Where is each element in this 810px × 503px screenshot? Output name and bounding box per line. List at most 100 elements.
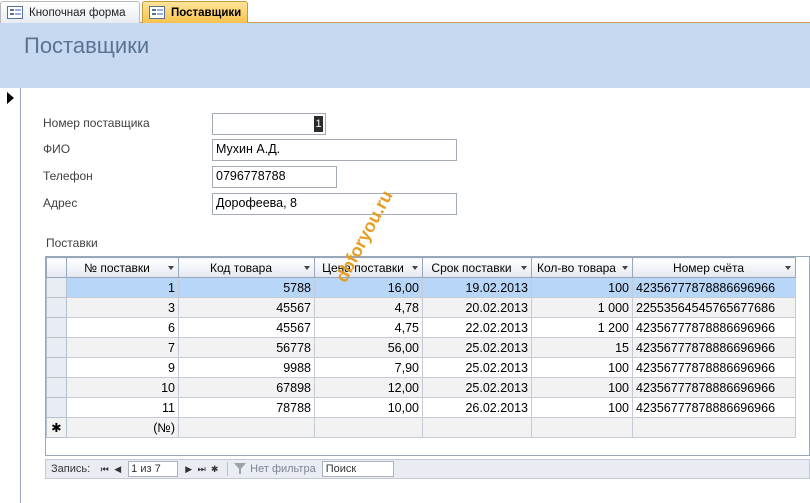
row-selector[interactable] [46, 297, 67, 318]
new-record-row[interactable]: ✱ (№) [46, 417, 796, 438]
record-label: Запись: [51, 463, 91, 475]
table-cell[interactable]: 1 000 [531, 297, 633, 318]
table-cell[interactable]: 100 [531, 377, 633, 398]
table-cell[interactable]: 7,90 [314, 357, 423, 378]
table-cell[interactable]: 6 [66, 317, 179, 338]
table-row[interactable]: 9 9988 7,90 25.02.2013 100 423567778788866969… [46, 357, 796, 378]
table-cell[interactable]: 5788 [178, 277, 315, 298]
column-dropdown-icon[interactable] [304, 266, 310, 270]
search-input[interactable]: Поиск [321, 461, 394, 477]
previous-record-icon[interactable]: ◀ [111, 462, 124, 476]
column-dropdown-icon[interactable] [412, 266, 418, 270]
table-cell[interactable] [178, 417, 315, 438]
table-cell[interactable] [422, 417, 532, 438]
table-cell[interactable] [314, 417, 423, 438]
document-tab-strip: Кнопочная форма Поставщики [0, 0, 810, 23]
table-cell[interactable]: 45567 [178, 317, 315, 338]
table-cell[interactable] [632, 417, 796, 438]
table-cell[interactable]: 25.02.2013 [422, 337, 532, 358]
table-cell[interactable]: 9 [66, 357, 179, 378]
table-cell[interactable]: 67898 [178, 377, 315, 398]
table-cell[interactable]: 3 [66, 297, 179, 318]
table-cell[interactable]: 10 [66, 377, 179, 398]
column-dropdown-icon[interactable] [622, 266, 628, 270]
table-row[interactable]: 6 45567 4,75 22.02.2013 1 200 423567778788866… [46, 317, 796, 338]
table-row[interactable]: 10 67898 12,00 25.02.2013 100 423567778788866… [46, 377, 796, 398]
select-all-corner[interactable] [46, 257, 67, 278]
record-selector[interactable] [0, 88, 21, 503]
column-header[interactable]: Кол-во товара [531, 257, 633, 278]
table-cell[interactable]: 10,00 [314, 397, 423, 418]
column-dropdown-icon[interactable] [785, 266, 791, 270]
table-cell[interactable]: 22.02.2013 [422, 317, 532, 338]
table-row[interactable]: 3 45567 4,78 20.02.2013 1 000 225535645457656… [46, 297, 796, 318]
column-header[interactable]: Срок поставки [422, 257, 532, 278]
deliveries-datasheet[interactable]: № поставки Код товара Цена поставки Срок… [45, 256, 810, 456]
table-cell[interactable]: 1 [66, 277, 179, 298]
fio-field[interactable]: Мухин А.Д. [212, 139, 457, 161]
row-selector[interactable] [46, 277, 67, 298]
table-cell[interactable]: 42356777878886696966 [632, 277, 796, 298]
table-row[interactable]: 11 78788 10,00 26.02.2013 100 423567778788866… [46, 397, 796, 418]
table-cell[interactable] [531, 417, 633, 438]
table-cell[interactable]: 1 200 [531, 317, 633, 338]
table-cell[interactable]: 100 [531, 357, 633, 378]
column-header[interactable]: Код товара [178, 257, 315, 278]
table-cell[interactable]: 26.02.2013 [422, 397, 532, 418]
no-filter-button[interactable]: Нет фильтра [250, 463, 316, 475]
table-cell[interactable]: 7 [66, 337, 179, 358]
table-cell[interactable]: 12,00 [314, 377, 423, 398]
table-row[interactable]: 1 5788 16,00 19.02.2013 100 42356777878886696… [46, 277, 796, 298]
row-selector[interactable] [46, 317, 67, 338]
table-cell[interactable]: 100 [531, 397, 633, 418]
column-header[interactable]: № поставки [66, 257, 179, 278]
current-record-arrow-icon [7, 92, 14, 104]
table-cell[interactable]: 16,00 [314, 277, 423, 298]
last-record-icon[interactable]: ⏭ [195, 462, 208, 476]
table-cell[interactable]: 42356777878886696966 [632, 397, 796, 418]
table-cell[interactable]: 9988 [178, 357, 315, 378]
table-cell[interactable]: 11 [66, 397, 179, 418]
new-record-icon[interactable]: ✱ [208, 462, 221, 476]
tab-suppliers[interactable]: Поставщики [142, 1, 248, 23]
address-field[interactable]: Дорофеева, 8 [212, 193, 457, 215]
phone-field[interactable]: 0796778788 [212, 166, 337, 188]
row-selector[interactable] [46, 337, 67, 358]
table-cell[interactable]: 78788 [178, 397, 315, 418]
table-cell[interactable]: 4,78 [314, 297, 423, 318]
record-position-input[interactable]: 1 из 7 [128, 461, 179, 477]
table-cell[interactable]: 20.02.2013 [422, 297, 532, 318]
table-row[interactable]: 7 56778 56,00 25.02.2013 15 42356777878886696… [46, 337, 796, 358]
table-cell[interactable]: 25.02.2013 [422, 357, 532, 378]
supplier-number-field[interactable]: 1 [212, 113, 326, 135]
table-cell[interactable]: 22553564545765677686 [632, 297, 796, 318]
column-dropdown-icon[interactable] [521, 266, 527, 270]
table-cell[interactable]: 42356777878886696966 [632, 337, 796, 358]
tab-switchboard[interactable]: Кнопочная форма [0, 1, 140, 23]
new-record-icon: ✱ [46, 417, 67, 438]
first-record-icon[interactable]: ⏮ [98, 462, 111, 476]
table-cell[interactable]: 25.02.2013 [422, 377, 532, 398]
column-header[interactable]: Номер счёта [632, 257, 796, 278]
table-cell[interactable]: 42356777878886696966 [632, 357, 796, 378]
table-cell[interactable]: 100 [531, 277, 633, 298]
row-selector[interactable] [46, 377, 67, 398]
column-header[interactable]: Цена поставки [314, 257, 423, 278]
row-selector[interactable] [46, 357, 67, 378]
deliveries-table: № поставки Код товара Цена поставки Срок… [46, 257, 796, 438]
table-cell[interactable]: 56,00 [314, 337, 423, 358]
form-header: Поставщики [0, 23, 810, 88]
column-dropdown-icon[interactable] [168, 266, 174, 270]
table-cell[interactable]: 42356777878886696966 [632, 377, 796, 398]
table-cell[interactable]: 45567 [178, 297, 315, 318]
next-record-icon[interactable]: ▶ [182, 462, 195, 476]
table-cell[interactable]: 19.02.2013 [422, 277, 532, 298]
table-cell[interactable]: 56778 [178, 337, 315, 358]
table-cell[interactable]: (№) [66, 417, 179, 438]
header-row: № поставки Код товара Цена поставки Срок… [46, 257, 796, 278]
row-selector[interactable] [46, 397, 67, 418]
table-cell[interactable]: 42356777878886696966 [632, 317, 796, 338]
table-cell[interactable]: 15 [531, 337, 633, 358]
filter-icon [234, 463, 247, 475]
table-cell[interactable]: 4,75 [314, 317, 423, 338]
